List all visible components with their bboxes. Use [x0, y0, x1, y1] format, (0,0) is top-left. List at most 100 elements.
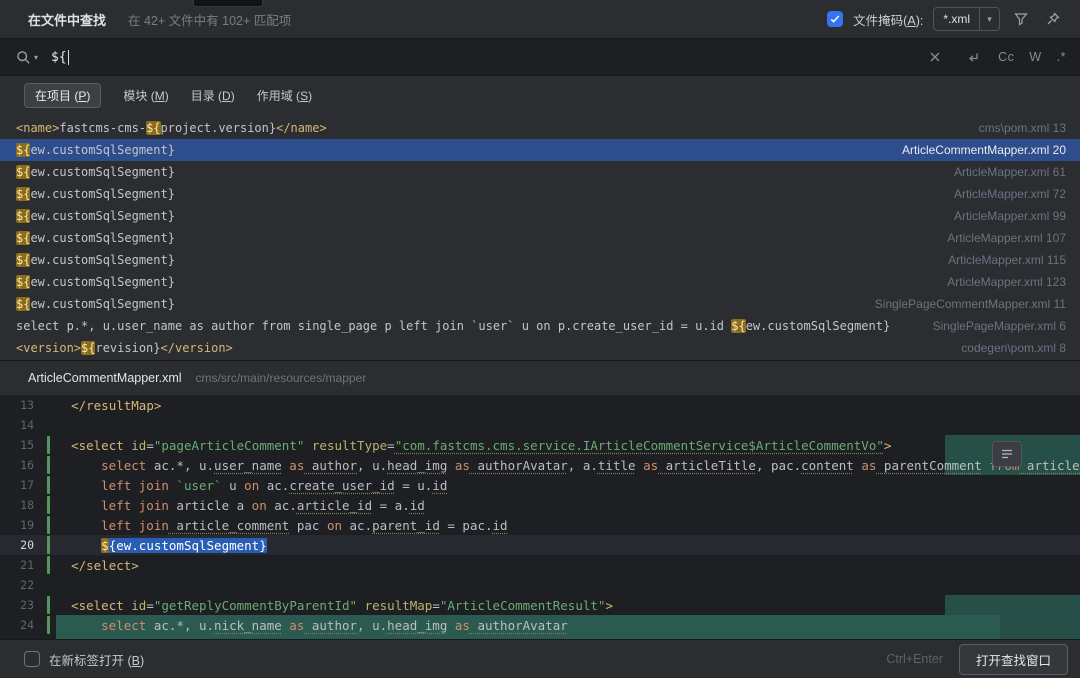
- dialog-title: 在文件中查找: [28, 12, 107, 28]
- newline-button[interactable]: [961, 46, 983, 68]
- line-number: 19: [20, 518, 34, 532]
- newline-icon: [968, 53, 978, 62]
- result-file-location: SinglePageCommentMapper.xml 11: [874, 297, 1066, 311]
- check-icon: [830, 15, 840, 23]
- scope-tab-3[interactable]: 作用域 (S): [257, 87, 312, 104]
- result-file-location: ArticleMapper.xml 115: [948, 253, 1066, 267]
- open-find-window-button[interactable]: 打开查找窗口: [958, 643, 1068, 675]
- code-line-text: left join `user` u on ac.create_user_id …: [101, 477, 448, 493]
- shortcut-hint: Ctrl+Enter: [886, 652, 943, 666]
- code-line-text: <select id="pageArticleComment" resultTy…: [71, 437, 892, 453]
- search-result-row[interactable]: ${ew.customSqlSegment} ArticleMapper.xml …: [0, 205, 1080, 227]
- code-line[interactable]: 17 left join `user` u on ac.create_user_…: [0, 475, 1080, 495]
- result-preview-text: ${ew.customSqlSegment}: [16, 253, 175, 267]
- result-file-location: ArticleMapper.xml 107: [947, 231, 1066, 245]
- scope-tab-2[interactable]: 目录 (D): [191, 87, 235, 104]
- result-file-location: SinglePageMapper.xml 6: [932, 319, 1066, 333]
- code-line[interactable]: 21 </select>: [0, 555, 1080, 575]
- result-preview-text: <version>${revision}</version>: [16, 341, 233, 355]
- file-mask-checkbox[interactable]: [827, 11, 844, 27]
- code-line[interactable]: 19 left join article_comment pac on ac.p…: [0, 515, 1080, 535]
- text-caret: [67, 49, 70, 65]
- titlebar-controls: 文件掩码(A): *.xml ▾: [827, 7, 1064, 31]
- line-number: 24: [20, 618, 34, 632]
- pin-button[interactable]: [1042, 8, 1064, 30]
- chevron-down-icon: ▾: [34, 52, 39, 62]
- code-line[interactable]: 23 <select id="getReplyCommentByParentId…: [0, 595, 1080, 615]
- search-field[interactable]: ▾ ${ Cc W .*: [0, 38, 1080, 76]
- vcs-change-marker: [47, 436, 50, 454]
- result-file-location: ArticleMapper.xml 72: [953, 187, 1066, 201]
- filter-button[interactable]: [1010, 8, 1032, 30]
- vcs-change-marker: [47, 456, 50, 474]
- result-preview-text: ${ew.customSqlSegment}: [16, 187, 175, 201]
- code-line[interactable]: 15 <select id="pageArticleComment" resul…: [0, 435, 1080, 455]
- result-preview-text: <name>fastcms-cms-${project.version}</na…: [16, 121, 327, 135]
- code-preview-editor[interactable]: 13 </resultMap> 14 15 <select id="pageArti…: [0, 395, 1080, 639]
- search-history-button[interactable]: ▾: [16, 50, 38, 65]
- open-in-new-tab-checkbox[interactable]: [24, 651, 40, 667]
- search-result-row[interactable]: <version>${revision}</version> codegen\po…: [0, 337, 1080, 359]
- vcs-change-marker: [47, 596, 50, 614]
- scope-tab-0[interactable]: 在项目 (P): [24, 82, 102, 108]
- result-preview-text: ${ew.customSqlSegment}: [16, 165, 175, 179]
- search-input[interactable]: ${: [51, 49, 70, 65]
- search-result-row[interactable]: ${ew.customSqlSegment} ArticleMapper.xml …: [0, 183, 1080, 205]
- line-number: 17: [20, 478, 34, 492]
- preview-header: ArticleCommentMapper.xml cms/src/main/re…: [0, 360, 1080, 395]
- result-preview-text: select p.*, u.user_name as author from s…: [16, 319, 891, 333]
- code-line[interactable]: 14: [0, 415, 1080, 435]
- search-result-row[interactable]: ${ew.customSqlSegment} ArticleCommentMapp…: [0, 139, 1080, 161]
- line-number: 23: [20, 598, 34, 612]
- code-line[interactable]: 16 select ac.*, u.user_name as author, u…: [0, 455, 1080, 475]
- regex-toggle[interactable]: .*: [1057, 50, 1066, 64]
- line-number: 18: [20, 498, 34, 512]
- vcs-change-marker: [47, 476, 50, 494]
- code-line[interactable]: 24 select ac.*, u.nick_name as author, u…: [0, 615, 1080, 635]
- code-line[interactable]: 18 left join article a on ac.article_id …: [0, 495, 1080, 515]
- chevron-down-icon[interactable]: ▾: [979, 8, 999, 30]
- scope-tabs: 在项目 (P) 模块 (M) 目录 (D) 作用域 (S): [0, 76, 1080, 114]
- whole-words-toggle[interactable]: W: [1029, 50, 1041, 64]
- result-file-location: codegen\pom.xml 8: [961, 341, 1066, 355]
- editor-floating-toolbar[interactable]: [992, 441, 1022, 467]
- search-result-row[interactable]: ${ew.customSqlSegment} SinglePageCommentM…: [0, 293, 1080, 315]
- scope-tab-1[interactable]: 模块 (M): [123, 87, 168, 104]
- result-file-location: ArticleMapper.xml 99: [953, 209, 1066, 223]
- search-result-row[interactable]: ${ew.customSqlSegment} ArticleMapper.xml …: [0, 161, 1080, 183]
- match-summary: 在 42+ 文件中有 102+ 匹配项: [128, 13, 292, 28]
- line-number: 22: [20, 578, 34, 592]
- vcs-change-marker: [47, 516, 50, 534]
- vcs-change-marker: [47, 556, 50, 574]
- line-number: 16: [20, 458, 34, 472]
- search-result-row[interactable]: ${ew.customSqlSegment} ArticleMapper.xml …: [0, 271, 1080, 293]
- code-line[interactable]: 20 ${ew.customSqlSegment}: [0, 535, 1080, 555]
- code-line-text: left join article_comment pac on ac.pare…: [101, 517, 508, 533]
- editor-lines: 13 </resultMap> 14 15 <select id="pageArti…: [0, 395, 1080, 635]
- match-case-toggle[interactable]: Cc: [998, 50, 1014, 64]
- search-options: Cc W .*: [924, 46, 1066, 68]
- result-preview-text: ${ew.customSqlSegment}: [16, 275, 175, 289]
- search-result-row[interactable]: ${ew.customSqlSegment} ArticleMapper.xml …: [0, 227, 1080, 249]
- file-mask-label: 文件掩码(A):: [853, 13, 924, 28]
- code-line[interactable]: 13 </resultMap>: [0, 395, 1080, 415]
- preview-file-name: ArticleCommentMapper.xml: [28, 371, 182, 385]
- clear-search-button[interactable]: [924, 46, 946, 68]
- line-number: 14: [20, 418, 34, 432]
- search-result-row[interactable]: <name>fastcms-cms-${project.version}</na…: [0, 117, 1080, 139]
- result-file-location: ArticleMapper.xml 123: [947, 275, 1066, 289]
- result-preview-text: ${ew.customSqlSegment}: [16, 209, 175, 223]
- file-mask-combo[interactable]: *.xml ▾: [933, 7, 1000, 31]
- search-result-row[interactable]: ${ew.customSqlSegment} ArticleMapper.xml …: [0, 249, 1080, 271]
- code-line-text: </resultMap>: [71, 397, 162, 413]
- code-line[interactable]: 22: [0, 575, 1080, 595]
- partial-popup: [193, 0, 263, 7]
- code-line-text: left join article a on ac.article_id = a…: [101, 497, 425, 513]
- code-line-text: <select id="getReplyCommentByParentId" r…: [71, 597, 613, 613]
- result-file-location: cms\pom.xml 13: [978, 121, 1066, 135]
- search-result-row[interactable]: select p.*, u.user_name as author from s…: [0, 315, 1080, 337]
- search-icon: [17, 50, 30, 64]
- edit-fragment-icon: [1002, 449, 1012, 459]
- pin-icon: [1047, 12, 1060, 25]
- search-query-text: ${: [51, 49, 67, 65]
